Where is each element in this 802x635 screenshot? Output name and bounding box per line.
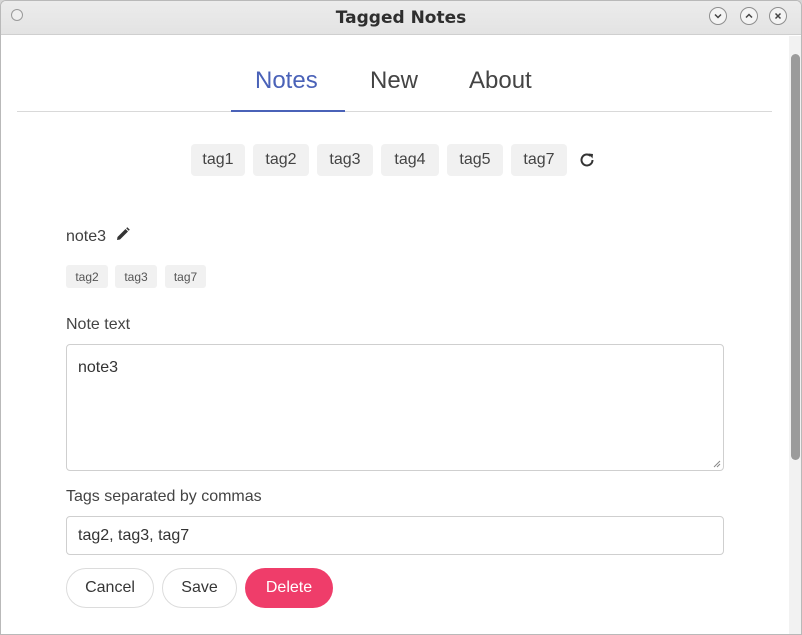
vertical-scrollbar[interactable] — [789, 36, 801, 634]
main-content: Notes New About tag1 tag2 tag3 tag4 tag5… — [1, 36, 789, 634]
app-window: Tagged Notes Notes New About tag1 tag2 t… — [0, 0, 802, 635]
close-button[interactable] — [769, 7, 787, 25]
tag-filter-tag7[interactable]: tag7 — [511, 144, 567, 176]
window-title: Tagged Notes — [335, 8, 467, 28]
scrollbar-thumb[interactable] — [791, 54, 800, 460]
minimize-button[interactable] — [709, 7, 727, 25]
tags-input[interactable]: tag2, tag3, tag7 — [66, 516, 724, 555]
delete-button[interactable]: Delete — [245, 568, 333, 608]
note-title: note3 — [66, 228, 107, 245]
tag-filter-tag5[interactable]: tag5 — [447, 144, 503, 176]
tab-new[interactable]: New — [370, 67, 418, 95]
note-text-label: Note text — [66, 316, 131, 333]
tag-filter-tag2[interactable]: tag2 — [253, 144, 309, 176]
active-tab-indicator — [231, 110, 345, 112]
titlebar: Tagged Notes — [1, 1, 801, 35]
tag-filter-tag4[interactable]: tag4 — [381, 144, 439, 176]
chevron-down-icon — [714, 13, 722, 19]
close-icon — [774, 12, 782, 20]
note-tag-chip: tag2 — [66, 265, 108, 288]
refresh-icon[interactable] — [577, 150, 597, 170]
tags-field-label: Tags separated by commas — [66, 488, 262, 505]
note-text-value: note3 — [78, 359, 119, 376]
tags-input-value: tag2, tag3, tag7 — [78, 527, 190, 544]
tab-about[interactable]: About — [469, 67, 532, 95]
maximize-button[interactable] — [740, 7, 758, 25]
note-tag-chip: tag7 — [165, 265, 206, 288]
note-text-area[interactable]: note3 — [66, 344, 724, 471]
tab-bar: Notes New About — [17, 36, 772, 112]
tab-notes[interactable]: Notes — [255, 67, 318, 95]
chevron-up-icon — [745, 13, 753, 19]
resize-handle-icon[interactable] — [713, 460, 721, 468]
pencil-icon[interactable] — [115, 226, 131, 242]
save-button[interactable]: Save — [162, 568, 237, 608]
tag-filter-tag1[interactable]: tag1 — [191, 144, 245, 176]
cancel-button[interactable]: Cancel — [66, 568, 154, 608]
tag-filter-tag3[interactable]: tag3 — [317, 144, 373, 176]
note-tag-chip: tag3 — [115, 265, 157, 288]
